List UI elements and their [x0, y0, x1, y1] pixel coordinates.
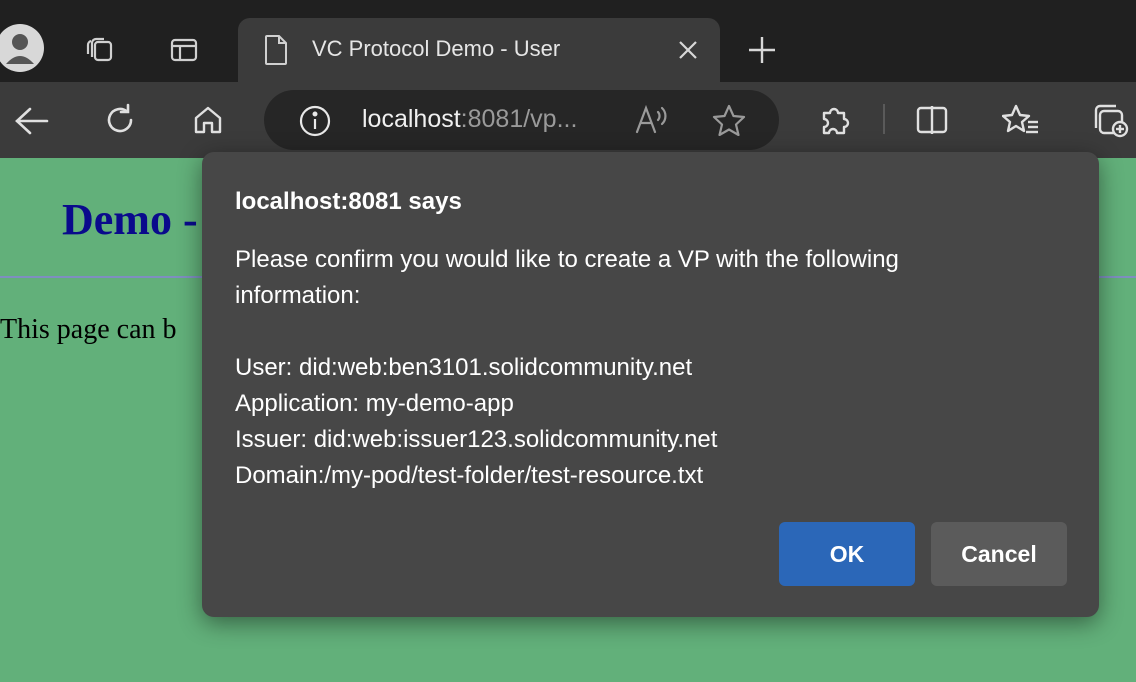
collections-icon[interactable]	[1088, 100, 1132, 140]
dialog-message-line: User: did:web:ben3101.solidcommunity.net	[235, 354, 693, 381]
workspaces-icon[interactable]	[80, 30, 120, 70]
tab-title: VC Protocol Demo - User	[312, 36, 561, 61]
read-aloud-icon[interactable]	[632, 102, 672, 138]
page-text: This page can b	[0, 314, 177, 345]
dialog-message-line: Application: my-demo-app	[235, 390, 514, 417]
favorites-icon[interactable]	[1000, 100, 1042, 140]
toolbar-divider	[883, 104, 885, 134]
cancel-button[interactable]: Cancel	[931, 522, 1067, 586]
dialog-message-line: Please confirm you would like to create …	[235, 246, 899, 273]
tab-active[interactable]: VC Protocol Demo - User	[238, 18, 720, 82]
tab-actions-icon[interactable]	[164, 30, 204, 70]
dialog-message: Please confirm you would like to create …	[235, 242, 1055, 494]
ok-button[interactable]: OK	[779, 522, 915, 586]
puzzle-icon[interactable]	[814, 100, 856, 140]
confirm-dialog: localhost:8081 says Please confirm you w…	[202, 152, 1099, 617]
home-icon[interactable]	[188, 100, 228, 140]
dialog-message-line	[235, 314, 1055, 350]
dialog-message-line: Issuer: did:web:issuer123.solidcommunity…	[235, 426, 718, 453]
page-icon	[260, 32, 292, 68]
dialog-message-line: information:	[235, 282, 361, 309]
star-icon[interactable]	[710, 102, 748, 138]
back-arrow-icon[interactable]	[12, 102, 52, 140]
tab-strip: VC Protocol Demo - User	[0, 0, 1136, 82]
profile-avatar-icon[interactable]	[0, 24, 44, 72]
dialog-message-line: Domain:/my-pod/test-folder/test-resource…	[235, 462, 704, 489]
split-screen-icon[interactable]	[912, 100, 952, 140]
page-heading: Demo -	[62, 195, 198, 244]
url-path: :8081/vp...	[460, 105, 578, 133]
dialog-title: localhost:8081 says	[235, 188, 462, 215]
info-icon[interactable]	[298, 104, 332, 138]
close-icon[interactable]	[674, 36, 702, 64]
url-text[interactable]: localhost:8081/vp...	[362, 105, 577, 134]
refresh-icon[interactable]	[100, 100, 140, 140]
address-bar[interactable]: localhost:8081/vp...	[264, 90, 779, 150]
url-host: localhost	[362, 105, 461, 133]
plus-icon[interactable]	[744, 32, 780, 68]
